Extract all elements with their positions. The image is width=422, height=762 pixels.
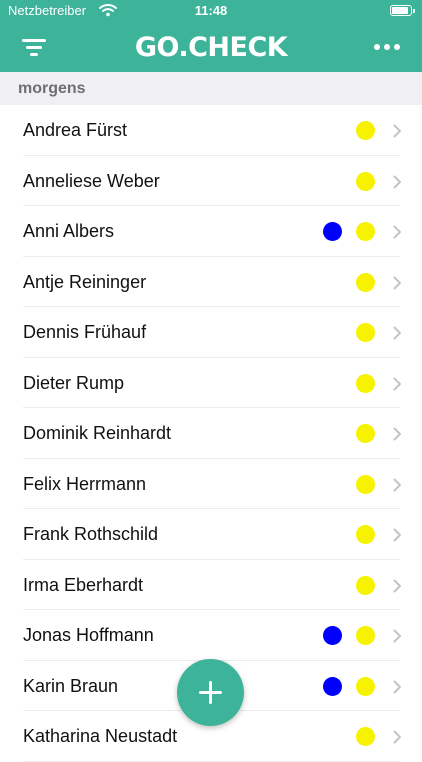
chevron-right-icon xyxy=(393,478,401,491)
add-button[interactable] xyxy=(177,659,244,726)
list-item-name: Felix Herrmann xyxy=(23,473,147,494)
list-item-name: Katharina Neustadt xyxy=(23,726,178,746)
chevron-right-icon xyxy=(393,377,401,390)
list-item[interactable]: Dominik Reinhardt xyxy=(0,408,422,459)
more-horizontal-icon[interactable] xyxy=(374,44,400,50)
list-item-name: Dennis Frühauf xyxy=(23,322,147,342)
yellow-status-dot xyxy=(356,121,375,140)
clock: 11:48 xyxy=(194,3,228,18)
yellow-status-dot xyxy=(356,474,375,494)
battery-icon xyxy=(390,5,415,16)
app-title: GO.CHECK xyxy=(134,32,288,63)
yellow-status-dot xyxy=(356,222,375,241)
list-item[interactable]: Irma Eberhardt xyxy=(0,560,422,611)
list-item[interactable]: Frank Rothschild xyxy=(0,509,422,560)
yellow-status-dot xyxy=(356,373,375,393)
yellow-status-dot xyxy=(356,727,375,746)
yellow-status-dot xyxy=(356,575,375,595)
list-item[interactable]: Dieter Rump xyxy=(0,358,422,409)
chevron-right-icon xyxy=(393,730,401,744)
chevron-right-icon xyxy=(393,225,401,239)
status-bar: Netzbetreiber 11:48 xyxy=(0,0,422,22)
chevron-right-icon xyxy=(393,175,401,188)
list-item-name: Jonas Hoffmann xyxy=(23,625,154,645)
list-item-name: Antje Reininger xyxy=(23,271,147,292)
list-item[interactable]: Anni Albers xyxy=(0,206,422,257)
chevron-right-icon xyxy=(393,326,401,340)
list-item-name: Frank Rothschild xyxy=(23,524,159,544)
chevron-right-icon xyxy=(393,629,401,643)
nav-bar: GO.CHECK xyxy=(0,22,422,72)
chevron-right-icon xyxy=(393,579,401,592)
blue-status-dot xyxy=(323,222,342,241)
list-item[interactable]: Dennis Frühauf xyxy=(0,307,422,358)
battery-level xyxy=(392,7,409,14)
section-header: morgens xyxy=(0,72,422,105)
list-item-name: Karin Braun xyxy=(23,675,119,696)
blue-status-dot xyxy=(323,676,342,696)
chevron-right-icon xyxy=(393,680,401,693)
list-item[interactable]: Andrea Fürst xyxy=(0,105,422,156)
list-item[interactable]: Anneliese Weber xyxy=(0,156,422,207)
list-item[interactable]: Antje Reininger xyxy=(0,257,422,308)
chevron-right-icon xyxy=(393,427,401,441)
list-item-name: Andrea Fürst xyxy=(23,120,128,140)
yellow-status-dot xyxy=(356,424,375,443)
list-item[interactable]: Jonas Hoffmann xyxy=(0,610,422,661)
yellow-status-dot xyxy=(356,676,375,696)
list-item[interactable]: Felix Herrmann xyxy=(0,459,422,510)
yellow-status-dot xyxy=(356,323,375,342)
yellow-status-dot xyxy=(356,525,375,544)
list-item-name: Anni Albers xyxy=(23,221,115,241)
yellow-status-dot xyxy=(356,272,375,292)
list-item-name: Anneliese Weber xyxy=(23,170,160,191)
yellow-status-dot xyxy=(356,626,375,645)
list-item-name: Irma Eberhardt xyxy=(23,574,144,595)
chevron-right-icon xyxy=(393,124,401,138)
list-item-name: Dieter Rump xyxy=(23,372,125,393)
blue-status-dot xyxy=(323,626,342,645)
yellow-status-dot xyxy=(356,171,375,191)
chevron-right-icon xyxy=(393,276,401,289)
list-item-name: Dominik Reinhardt xyxy=(23,423,172,443)
section-title: morgens xyxy=(18,80,86,97)
chevron-right-icon xyxy=(393,528,401,542)
